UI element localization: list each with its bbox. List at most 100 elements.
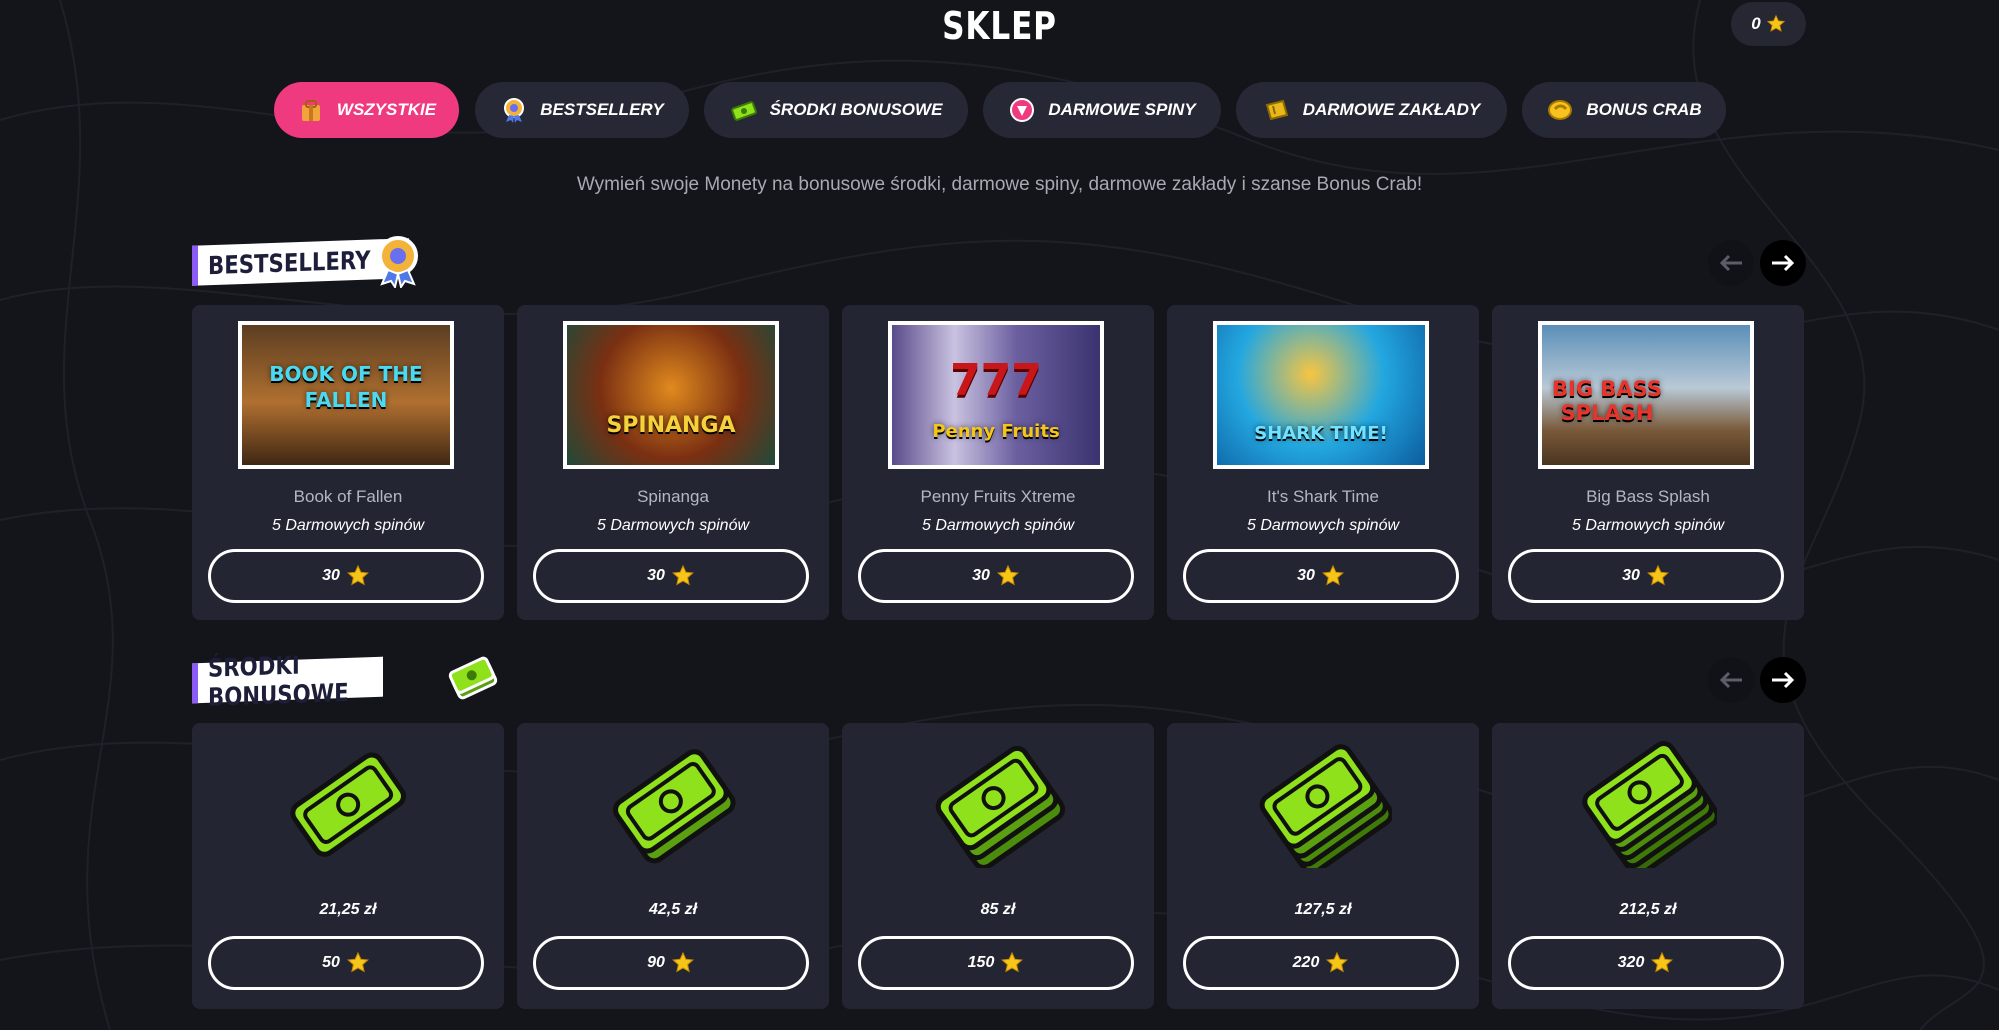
section-title: ŚRODKI BONUSOWE [208, 650, 349, 712]
bestsellers-row: BOOK OF THE FALLEN Book of Fallen 5 Darm… [192, 305, 1806, 620]
product-card[interactable]: 777 Penny Fruits Penny Fruits Xtreme 5 D… [842, 305, 1154, 620]
offer-description: 5 Darmowych spinów [1571, 517, 1725, 534]
buy-button[interactable]: 30 [533, 549, 809, 603]
thumbnail-text: Penny Fruits [932, 421, 1060, 442]
money-stack-icon [272, 735, 422, 871]
money-icon [613, 749, 736, 864]
arrow-left-icon [1719, 671, 1742, 689]
tab-label: ŚRODKI BONUSOWE [769, 100, 943, 119]
money-icon [1259, 744, 1392, 868]
tab-srodki-bonusowe[interactable]: ŚRODKI BONUSOWE [704, 82, 968, 138]
buy-button[interactable]: 50 [208, 936, 484, 990]
buy-button[interactable]: 30 [1508, 549, 1784, 603]
offer-description: 5 Darmowych spinów [596, 517, 750, 534]
buy-button[interactable]: 30 [1183, 549, 1459, 603]
money-stack-icon [1247, 735, 1397, 871]
game-name: Big Bass Splash [1586, 487, 1710, 506]
product-card[interactable]: 21,25 zł 50 [192, 723, 504, 1009]
tab-label: WSZYSTKIE [336, 100, 437, 119]
product-card[interactable]: 212,5 zł 320 [1492, 723, 1804, 1009]
game-thumbnail: BIG BASS SPLASH [1538, 321, 1754, 469]
product-card[interactable]: 85 zł 150 [842, 723, 1154, 1009]
buy-button[interactable]: 220 [1183, 936, 1459, 990]
star-icon [671, 564, 694, 586]
arrow-right-icon [1772, 671, 1795, 689]
money-icon [935, 745, 1066, 868]
product-card[interactable]: BOOK OF THE FALLEN Book of Fallen 5 Darm… [192, 305, 504, 620]
star-icon [346, 564, 369, 586]
slot-spin-icon [1010, 98, 1035, 122]
tab-darmowe-spiny[interactable]: DARMOWE SPINY [983, 82, 1221, 138]
price-value: 30 [647, 567, 665, 584]
star-icon [996, 564, 1019, 586]
bonus-amount: 212,5 zł [1619, 901, 1677, 918]
bonus-funds-row: 21,25 zł 50 42,5 zł 90 85 zł 150 127,5 z… [192, 723, 1806, 1009]
tab-label: BESTSELLERY [540, 100, 664, 119]
buy-button[interactable]: 30 [858, 549, 1134, 603]
game-name: It's Shark Time [1267, 487, 1379, 506]
arrow-right-icon [1772, 254, 1795, 272]
buy-button[interactable]: 150 [858, 936, 1134, 990]
coin-balance[interactable]: 0 [1731, 2, 1806, 46]
tab-label: DARMOWE SPINY [1048, 100, 1196, 119]
price-value: 30 [972, 567, 990, 584]
bonus-amount: 21,25 zł [319, 901, 377, 918]
balance-value: 0 [1751, 14, 1761, 33]
buy-button[interactable]: 320 [1508, 936, 1784, 990]
product-card[interactable]: SPINANGA Spinanga 5 Darmowych spinów 30 [517, 305, 829, 620]
thumbnail-text: SPINANGA [606, 413, 736, 438]
price-value: 220 [1292, 954, 1320, 971]
category-tabs: WSZYSTKIE BESTSELLERY ŚRODKI BONUSOWE DA… [0, 82, 1999, 138]
money-stack-icon [1572, 735, 1722, 871]
price-value: 150 [967, 954, 995, 971]
buy-button[interactable]: 30 [208, 549, 484, 603]
offer-description: 5 Darmowych spinów [1246, 517, 1400, 534]
bestsellers-next-arrow[interactable] [1760, 240, 1806, 286]
product-card[interactable]: BIG BASS SPLASH Big Bass Splash 5 Darmow… [1492, 305, 1804, 620]
bonus-funds-prev-arrow[interactable] [1708, 657, 1754, 703]
section-banner: ŚRODKI BONUSOWE [192, 651, 384, 712]
star-icon [346, 951, 369, 973]
crab-claw-icon [1548, 100, 1573, 120]
star-icon [1321, 564, 1344, 586]
star-icon [671, 951, 694, 973]
money-stack-icon [597, 735, 747, 871]
game-thumbnail: BOOK OF THE FALLEN [238, 321, 454, 469]
bonus-funds-next-arrow[interactable] [1760, 657, 1806, 703]
gift-bag-icon [301, 100, 320, 121]
product-card[interactable]: 127,5 zł 220 [1167, 723, 1479, 1009]
game-name: Penny Fruits Xtreme [920, 487, 1076, 506]
price-value: 30 [1622, 567, 1640, 584]
game-name: Book of Fallen [293, 487, 403, 506]
game-name: Spinanga [637, 487, 709, 506]
tab-label: BONUS CRAB [1586, 100, 1702, 119]
medal-icon [378, 236, 418, 288]
shop-description: Wymień swoje Monety na bonusowe środki, … [576, 174, 1423, 195]
buy-button[interactable]: 90 [533, 936, 809, 990]
offer-description: 5 Darmowych spinów [271, 517, 425, 534]
offer-description: 5 Darmowych spinów [921, 517, 1075, 534]
tab-wszystkie[interactable]: WSZYSTKIE [274, 82, 459, 138]
star-icon [1326, 951, 1349, 973]
star-icon [1651, 951, 1674, 973]
star-icon [1001, 951, 1024, 973]
tab-bestsellery[interactable]: BESTSELLERY [475, 82, 689, 138]
bonus-amount: 42,5 zł [648, 901, 698, 918]
price-value: 50 [322, 954, 340, 971]
arrow-left-icon [1719, 254, 1742, 272]
medal-icon [504, 98, 525, 123]
tab-bonus-crab[interactable]: BONUS CRAB [1522, 82, 1726, 138]
money-icon [290, 752, 406, 857]
thumbnail-text: BIG BASS SPLASH [1552, 377, 1662, 425]
star-icon [1646, 564, 1669, 586]
game-thumbnail: SHARK TIME! [1213, 321, 1429, 469]
section-title: BESTSELLERY [208, 245, 371, 280]
price-value: 30 [322, 567, 340, 584]
tab-darmowe-zaklady[interactable]: DARMOWE ZAKŁADY [1236, 82, 1507, 138]
bonus-amount: 127,5 zł [1294, 901, 1352, 918]
product-card[interactable]: 42,5 zł 90 [517, 723, 829, 1009]
price-value: 320 [1617, 954, 1645, 971]
bestsellers-prev-arrow[interactable] [1708, 240, 1754, 286]
product-card[interactable]: SHARK TIME! It's Shark Time 5 Darmowych … [1167, 305, 1479, 620]
price-value: 90 [647, 954, 665, 971]
